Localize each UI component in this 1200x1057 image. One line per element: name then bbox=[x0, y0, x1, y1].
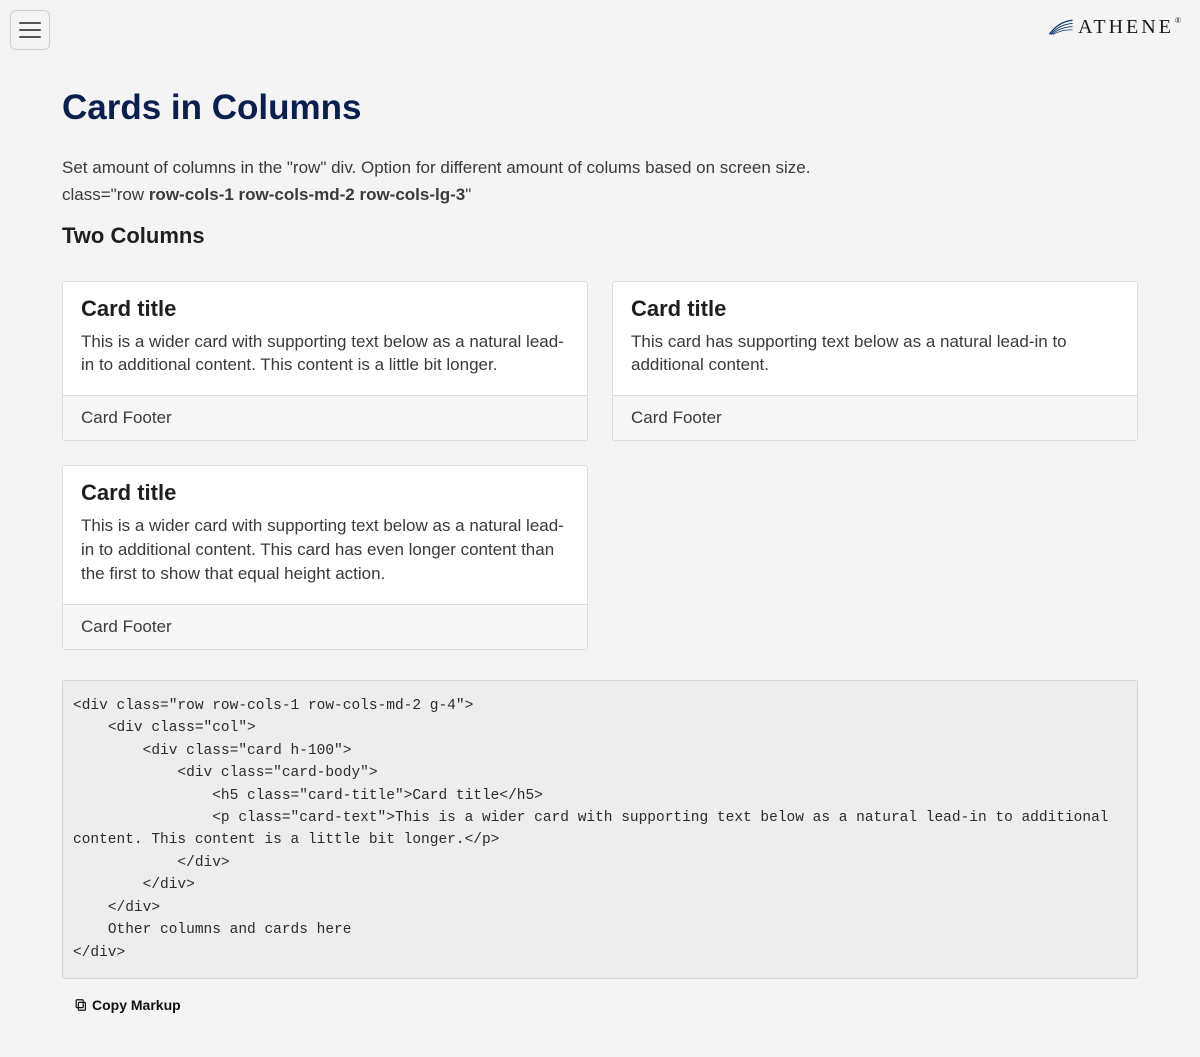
card-footer: Card Footer bbox=[63, 604, 587, 649]
copy-icon bbox=[74, 998, 88, 1012]
code-example: <div class="row row-cols-1 row-cols-md-2… bbox=[62, 680, 1138, 980]
cards-row: Card title This is a wider card with sup… bbox=[50, 269, 1150, 662]
card-text: This is a wider card with supporting tex… bbox=[81, 330, 569, 378]
card-title: Card title bbox=[631, 296, 1119, 322]
card-title: Card title bbox=[81, 296, 569, 322]
page-title: Cards in Columns bbox=[62, 88, 1138, 128]
section-heading: Two Columns bbox=[62, 223, 1138, 249]
card: Card title This card has supporting text… bbox=[612, 281, 1138, 442]
page-description: Set amount of columns in the "row" div. … bbox=[62, 156, 1138, 181]
card-footer: Card Footer bbox=[613, 395, 1137, 440]
card-footer: Card Footer bbox=[63, 395, 587, 440]
copy-markup-button[interactable]: Copy Markup bbox=[72, 993, 183, 1017]
page-class-example: class="row row-cols-1 row-cols-md-2 row-… bbox=[62, 185, 1138, 205]
copy-markup-label: Copy Markup bbox=[92, 997, 181, 1013]
card-text: This is a wider card with supporting tex… bbox=[81, 514, 569, 585]
card-text: This card has supporting text below as a… bbox=[631, 330, 1119, 378]
card: Card title This is a wider card with sup… bbox=[62, 281, 588, 442]
brand-logo: ATHENE® bbox=[1048, 16, 1184, 39]
athene-swoosh-icon bbox=[1048, 19, 1074, 37]
brand-logo-text: ATHENE® bbox=[1078, 16, 1184, 39]
card: Card title This is a wider card with sup… bbox=[62, 465, 588, 649]
card-title: Card title bbox=[81, 480, 569, 506]
menu-toggle-button[interactable] bbox=[10, 10, 50, 50]
